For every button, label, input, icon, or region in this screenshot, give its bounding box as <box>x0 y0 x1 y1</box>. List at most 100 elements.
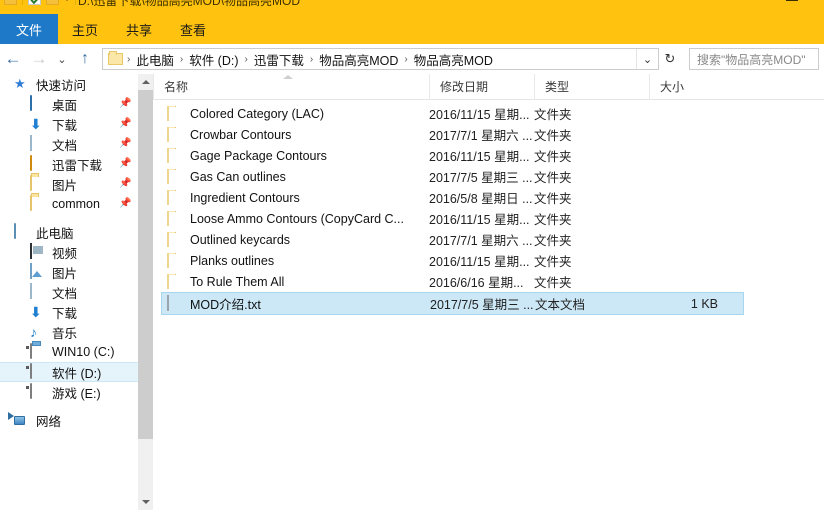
file-type-cell: 文本文档 <box>535 298 586 312</box>
minimize-button[interactable] <box>786 0 798 1</box>
address-bar[interactable]: › 此电脑 › 软件 (D:) › 迅雷下载 › 物品高亮MOD › 物品高亮M… <box>102 48 659 70</box>
sidebar-item-drive-e[interactable]: 游戏 (E:) <box>0 382 138 402</box>
tab-view[interactable]: 查看 <box>166 14 220 44</box>
back-button[interactable]: ← <box>0 46 26 72</box>
sidebar-item-label: 快速访问 <box>36 78 87 93</box>
pin-icon[interactable]: 📌 <box>119 159 131 169</box>
sidebar-item-documents[interactable]: 文档 📌 <box>0 134 138 154</box>
file-type-cell: 文件夹 <box>534 192 572 206</box>
file-explorer-window: D:\迅雷下载\物品高亮MOD\物品高亮MOD 文件 主页 共享 查看 ← → … <box>0 0 824 510</box>
pin-icon[interactable]: 📌 <box>119 199 131 209</box>
chevron-down-icon[interactable]: ⌄ <box>636 49 658 69</box>
sidebar-item-common[interactable]: common 📌 <box>0 194 138 214</box>
recent-locations-button[interactable]: ⌄ <box>52 46 72 72</box>
sidebar-item-documents-pc[interactable]: 文档 <box>0 282 138 302</box>
tab-file[interactable]: 文件 <box>0 14 59 44</box>
file-name-cell: Ingredient Contours <box>161 189 429 206</box>
scroll-down-button[interactable] <box>138 494 153 510</box>
title-bar: D:\迅雷下载\物品高亮MOD\物品高亮MOD <box>0 0 824 14</box>
forward-button[interactable]: → <box>26 46 52 72</box>
column-header-size[interactable]: 大小 <box>649 73 719 100</box>
file-date-cell: 2017/7/5 星期三 ... <box>430 298 534 312</box>
sidebar-item-pictures-pc[interactable]: 图片 <box>0 262 138 282</box>
table-row[interactable]: Colored Category (LAC) 2016/11/15 星期... … <box>161 103 744 124</box>
table-row[interactable]: Gas Can outlines 2017/7/5 星期三 ... 文件夹 <box>161 166 744 187</box>
breadcrumb-item-current[interactable]: 物品高亮MOD <box>410 50 497 69</box>
search-input[interactable]: 搜索"物品高亮MOD" <box>697 51 806 68</box>
file-name-label: Gas Can outlines <box>190 169 286 184</box>
navigation-bar: ← → ⌄ ↑ › 此电脑 › 软件 (D:) › 迅雷下载 › 物品高亮MOD… <box>0 45 824 73</box>
folder-icon <box>167 210 183 227</box>
breadcrumb-item-drive-d[interactable]: 软件 (D:) <box>185 50 242 69</box>
pin-icon[interactable]: 📌 <box>119 119 131 129</box>
explorer-app-icon <box>4 0 17 5</box>
file-name-label: Gage Package Contours <box>190 148 327 163</box>
sidebar-item-label: WIN10 (C:) <box>52 345 115 359</box>
refresh-icon[interactable]: ↻ <box>659 49 681 69</box>
download-icon: ⬇ <box>30 304 42 320</box>
pin-icon[interactable]: 📌 <box>119 179 131 189</box>
sidebar-item-desktop[interactable]: 桌面 📌 <box>0 94 138 114</box>
table-row[interactable]: MOD介绍.txt 2017/7/5 星期三 ... 文本文档 1 KB <box>161 292 744 315</box>
pin-icon[interactable]: 📌 <box>119 139 131 149</box>
sidebar-item-videos[interactable]: 视频 <box>0 242 138 262</box>
sidebar-item-label: 下载 <box>52 306 78 321</box>
sidebar-item-downloads-pc[interactable]: ⬇ 下载 <box>0 302 138 322</box>
sidebar-item-label: 音乐 <box>52 326 78 341</box>
file-type-cell: 文件夹 <box>534 213 572 227</box>
drive-icon <box>30 363 46 380</box>
scroll-up-button[interactable] <box>138 74 153 90</box>
network-icon <box>14 412 30 428</box>
file-name-cell: Gage Package Contours <box>161 147 429 164</box>
file-name-cell: MOD介绍.txt <box>162 294 430 313</box>
file-date-cell: 2016/11/15 星期... <box>429 108 530 122</box>
new-folder-quick-icon[interactable] <box>46 0 59 5</box>
tab-share[interactable]: 共享 <box>112 14 166 44</box>
sidebar-item-label: 图片 <box>52 178 78 193</box>
qat-chevron-down-icon[interactable] <box>64 0 70 1</box>
sidebar-item-pictures[interactable]: 图片 📌 <box>0 174 138 194</box>
folder-icon <box>167 231 183 248</box>
documents-icon <box>30 135 46 152</box>
pin-icon[interactable]: 📌 <box>119 99 131 109</box>
table-row[interactable]: To Rule Them All 2016/6/16 星期... 文件夹 <box>161 271 744 292</box>
tab-home[interactable]: 主页 <box>58 14 112 44</box>
sidebar-group-quick-access[interactable]: ★ 快速访问 <box>0 74 138 94</box>
sidebar-group-this-pc[interactable]: 此电脑 <box>0 222 138 242</box>
folder-icon <box>30 175 46 192</box>
download-icon: ⬇ <box>30 116 42 132</box>
scrollbar-thumb[interactable] <box>138 90 153 439</box>
column-header-date[interactable]: 修改日期 <box>429 73 534 100</box>
column-header-type[interactable]: 类型 <box>534 73 649 100</box>
drive-system-icon <box>30 343 46 360</box>
table-row[interactable]: Ingredient Contours 2016/5/8 星期日 ... 文件夹 <box>161 187 744 208</box>
up-button[interactable]: ↑ <box>72 46 98 72</box>
sidebar-group-network[interactable]: 网络 <box>0 410 138 430</box>
file-name-label: Loose Ammo Contours (CopyCard C... <box>190 211 404 226</box>
sidebar-item-label: 软件 (D:) <box>52 366 102 381</box>
sidebar-item-downloads[interactable]: ⬇ 下载 📌 <box>0 114 138 134</box>
breadcrumb-item-mod-parent[interactable]: 物品高亮MOD <box>315 50 402 69</box>
table-row[interactable]: Crowbar Contours 2017/7/1 星期六 ... 文件夹 <box>161 124 744 145</box>
file-date-cell: 2017/7/1 星期六 ... <box>429 129 533 143</box>
sidebar-item-drive-d[interactable]: 软件 (D:) <box>0 362 138 382</box>
table-row[interactable]: Outlined keycards 2017/7/1 星期六 ... 文件夹 <box>161 229 744 250</box>
folder-icon <box>167 168 183 185</box>
breadcrumb: › 此电脑 › 软件 (D:) › 迅雷下载 › 物品高亮MOD › 物品高亮M… <box>125 50 636 69</box>
file-date-cell: 2016/5/8 星期日 ... <box>429 192 533 206</box>
table-row[interactable]: Loose Ammo Contours (CopyCard C... 2016/… <box>161 208 744 229</box>
folder-icon <box>108 51 123 65</box>
table-row[interactable]: Gage Package Contours 2016/11/15 星期... 文… <box>161 145 744 166</box>
sidebar-item-drive-c[interactable]: WIN10 (C:) <box>0 342 138 362</box>
table-row[interactable]: Planks outlines 2016/11/15 星期... 文件夹 <box>161 250 744 271</box>
this-pc-icon <box>14 223 30 240</box>
properties-quick-icon[interactable] <box>28 0 41 5</box>
file-name-label: Colored Category (LAC) <box>190 106 325 121</box>
navigation-pane-scrollbar[interactable] <box>138 74 153 510</box>
sidebar-item-thunder-download[interactable]: 迅雷下载 📌 <box>0 154 138 174</box>
sidebar-item-music[interactable]: ♪ 音乐 <box>0 322 138 342</box>
file-type-cell: 文件夹 <box>534 255 572 269</box>
breadcrumb-item-thunder-download[interactable]: 迅雷下载 <box>250 50 308 69</box>
search-box[interactable]: 搜索"物品高亮MOD" <box>689 48 819 70</box>
breadcrumb-item-this-pc[interactable]: 此电脑 <box>132 50 178 69</box>
